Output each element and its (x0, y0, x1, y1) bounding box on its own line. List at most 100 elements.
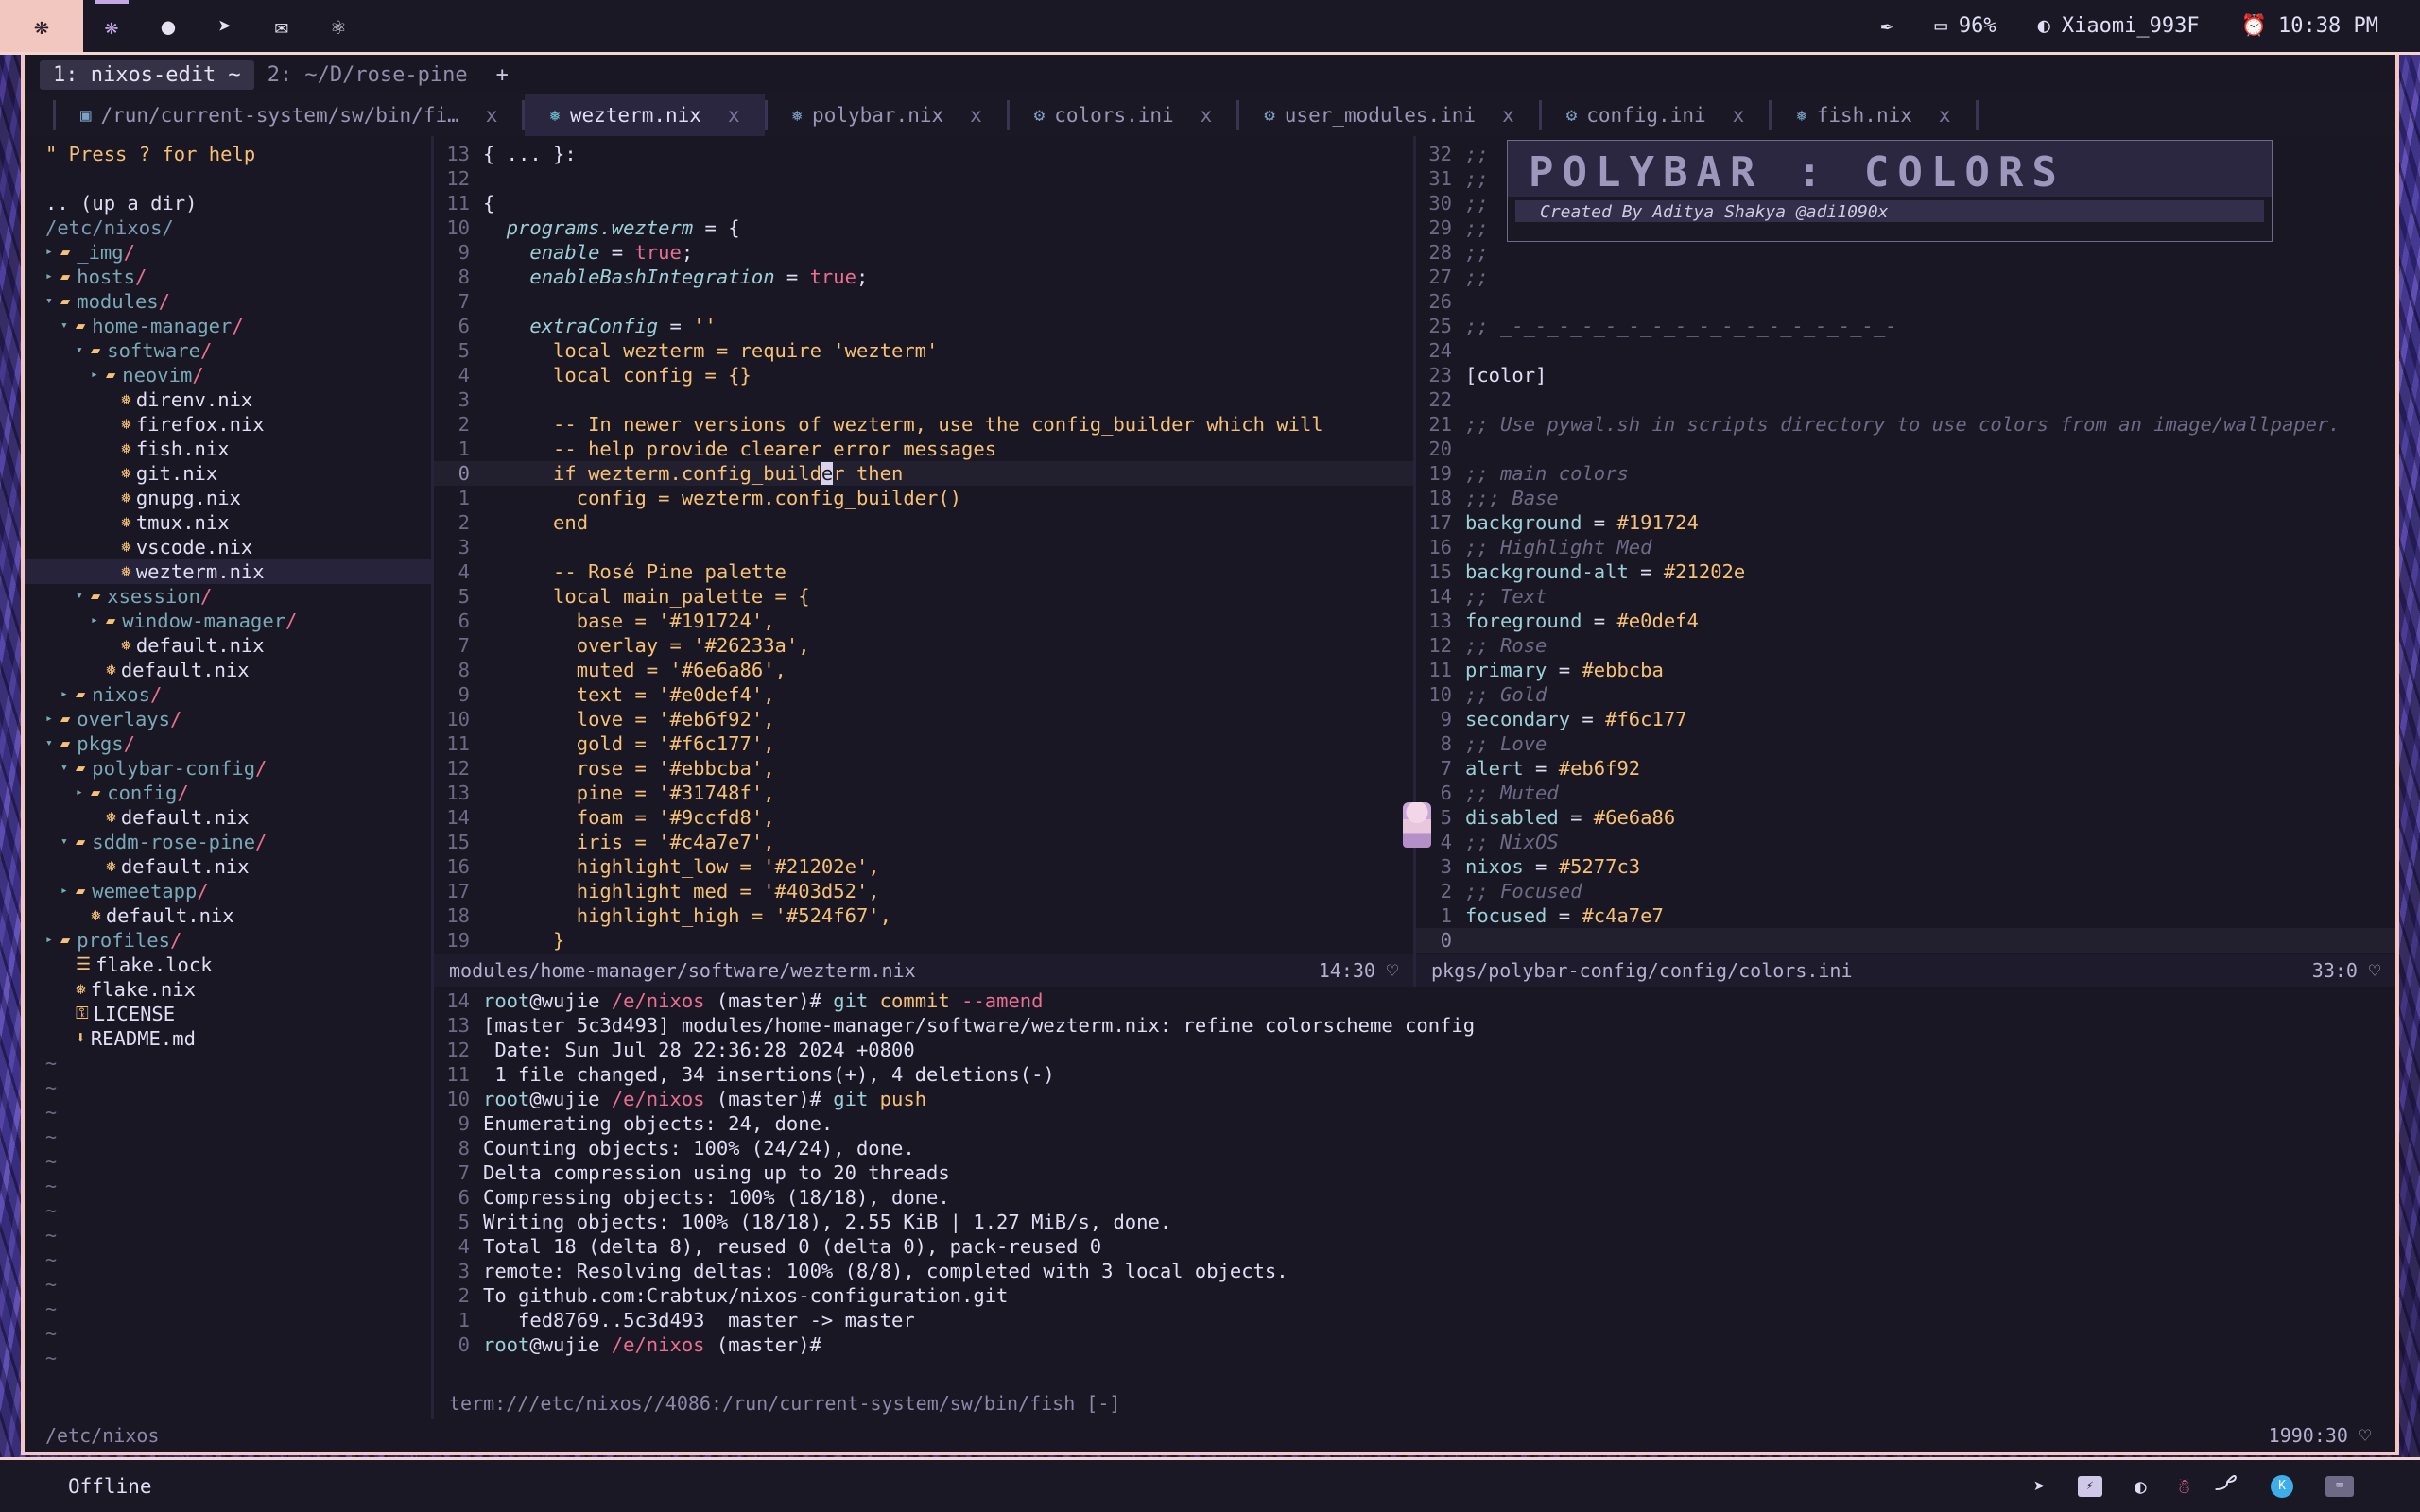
buffer-tab-user-modules-ini[interactable]: ⚙ user_modules.ini x (1239, 94, 1538, 136)
wifi-indicator[interactable]: ◐ Xiaomi_993F (2038, 14, 2200, 38)
chevron-down-icon[interactable]: ▾ (60, 830, 76, 854)
tree-item-window-manager[interactable]: ▸ ▰ window-manager/ (45, 609, 431, 633)
tree-item-wezterm-nix[interactable]: ❅ wezterm.nix (25, 559, 431, 584)
feather-indicator[interactable]: ✒ (1880, 15, 1893, 37)
line-number: 13 (446, 1014, 470, 1037)
close-icon[interactable]: x (1939, 104, 1951, 127)
code-token: foam = '#9ccfd8', (483, 806, 775, 829)
tree-item-neovim[interactable]: ▸ ▰ neovim/ (45, 363, 431, 387)
tree-item-xsession[interactable]: ▾ ▰ xsession/ (45, 584, 431, 609)
ghost-icon[interactable]: ● (140, 0, 197, 52)
tree-item-default-nix[interactable]: ❅ default.nix (45, 805, 431, 830)
tree-item-license[interactable]: ⚿ LICENSE (45, 1002, 431, 1026)
mail-icon[interactable]: ✉ (253, 0, 310, 52)
tree-item-default-nix[interactable]: ❅ default.nix (45, 903, 431, 928)
tree-item-readme-md[interactable]: ⬇ README.md (45, 1026, 431, 1051)
code-line: 2 ;; Focused (1416, 879, 2395, 903)
chevron-right-icon[interactable]: ▸ (76, 781, 91, 805)
tree-item-flake-nix[interactable]: ❅ flake.nix (45, 977, 431, 1002)
chevron-right-icon[interactable]: ▸ (91, 363, 106, 387)
chevron-right-icon[interactable]: ▸ (45, 240, 60, 265)
battery-indicator[interactable]: ▭ 96% (1935, 14, 1996, 38)
tree-item-software[interactable]: ▾ ▰ software/ (45, 338, 431, 363)
bluetooth-tray-icon[interactable]: 𐋲 (2222, 1469, 2238, 1503)
buffer-tab-fish-nix[interactable]: ❅ fish.nix x (1772, 94, 1975, 136)
telegram-icon[interactable]: ➤ (197, 0, 253, 52)
tree-item-firefox-nix[interactable]: ❅ firefox.nix (45, 412, 431, 437)
buffer-tab-colors-ini[interactable]: ⚙ colors.ini x (1010, 94, 1237, 136)
tree-item-hosts[interactable]: ▸ ▰ hosts/ (45, 265, 431, 289)
chevron-right-icon[interactable]: ▸ (45, 707, 60, 731)
terminal-output[interactable]: 14 root@wujie /e/nixos (master)# git comm… (434, 987, 2395, 1387)
close-icon[interactable]: x (970, 104, 982, 127)
tree-item-default-nix[interactable]: ❅ default.nix (45, 854, 431, 879)
chevron-down-icon[interactable]: ▾ (60, 756, 76, 781)
tree-item-nixos[interactable]: ▸ ▰ nixos/ (45, 682, 431, 707)
buffer-tab-polybar-nix[interactable]: ❅ polybar.nix x (768, 94, 1007, 136)
close-icon[interactable]: x (1733, 104, 1745, 127)
chevron-down-icon[interactable]: ▾ (76, 584, 91, 609)
firefox-icon[interactable]: ⚛ (310, 0, 367, 52)
tree-item-wemeetapp[interactable]: ▸ ▰ wemeetapp/ (45, 879, 431, 903)
colors-ini-code[interactable]: 32;; 31;; 30;; 29;; 28;; 27;; 26 25;; _-_-_-_-_… (1416, 136, 2395, 954)
clock[interactable]: ⏰ 10:38 PM (2241, 14, 2378, 38)
chevron-right-icon[interactable]: ▸ (45, 928, 60, 953)
tree-item-label: profiles/ (77, 929, 182, 952)
chevron-right-icon[interactable]: ▸ (45, 265, 60, 289)
snowman-tray-icon[interactable]: ☃ (2179, 1475, 2191, 1498)
new-tab-button[interactable]: + (481, 63, 524, 87)
tree-item-overlays[interactable]: ▸ ▰ overlays/ (45, 707, 431, 731)
buffer-tab--run-current-system-sw-bin-fi-[interactable]: ▣ /run/current-system/sw/bin/fi… x (56, 94, 522, 136)
tree-item-default-nix[interactable]: ❅ default.nix (45, 658, 431, 682)
tree-item--img[interactable]: ▸ ▰ _img/ (45, 240, 431, 265)
wezterm-tab-1[interactable]: 1: nixos-edit ~ (40, 60, 254, 90)
tree-item-flake-lock[interactable]: ☰ flake.lock (45, 953, 431, 977)
code-line: 5 local wezterm = require 'wezterm' (434, 338, 1413, 363)
wezterm-nix-pane[interactable]: 13{ ... }: 12 11{10 programs.wezterm = {9 … (434, 136, 1413, 987)
buffer-tab-wezterm-nix[interactable]: ❅ wezterm.nix x (525, 94, 765, 136)
code-line-text: config = wezterm.config_builder() (483, 486, 961, 510)
tree-up-a-dir[interactable]: .. (up a dir) (45, 191, 431, 215)
buffer-tab-config-ini[interactable]: ⚙ config.ini x (1542, 94, 1770, 136)
close-icon[interactable]: x (1502, 104, 1514, 127)
chevron-right-icon[interactable]: ▸ (60, 682, 76, 707)
wezterm-nix-code[interactable]: 13{ ... }: 12 11{10 programs.wezterm = {9 … (434, 136, 1413, 954)
tree-item-gnupg-nix[interactable]: ❅ gnupg.nix (45, 486, 431, 510)
colors-ini-pane[interactable]: 32;; 31;; 30;; 29;; 28;; 27;; 26 25;; _-_-_-_-_… (1403, 136, 2395, 987)
tree-item-vscode-nix[interactable]: ❅ vscode.nix (45, 535, 431, 559)
chevron-down-icon[interactable]: ▾ (76, 338, 91, 363)
tree-item-pkgs[interactable]: ▾ ▰ pkgs/ (45, 731, 431, 756)
tree-item-tmux-nix[interactable]: ❅ tmux.nix (45, 510, 431, 535)
kde-tray-icon[interactable]: K (2271, 1474, 2293, 1498)
code-line: 3 (434, 535, 1413, 559)
chevron-down-icon[interactable]: ▾ (45, 289, 60, 314)
wifi-tray-icon[interactable]: ◐ (2135, 1475, 2147, 1498)
wezterm-tab-2[interactable]: 2: ~/D/rose-pine (254, 60, 481, 90)
tree-item-modules[interactable]: ▾ ▰ modules/ (45, 289, 431, 314)
terminal-pane[interactable]: 14 root@wujie /e/nixos (master)# git comm… (434, 987, 2395, 1387)
tree-item-git-nix[interactable]: ❅ git.nix (45, 461, 431, 486)
workspace-1[interactable]: ❋ (83, 0, 140, 52)
tree-item-fish-nix[interactable]: ❅ fish.nix (45, 437, 431, 461)
chevron-down-icon[interactable]: ▾ (60, 314, 76, 338)
telegram-tray-icon[interactable]: ➤ (2033, 1475, 2046, 1498)
battery-tray-icon[interactable]: ⚡ (2077, 1475, 2102, 1497)
nixos-logo-icon[interactable]: ❋ (0, 0, 83, 52)
tree-item-default-nix[interactable]: ❅ default.nix (45, 633, 431, 658)
chevron-down-icon[interactable]: ▾ (45, 731, 60, 756)
terminal-line-text: Delta compression using up to 20 threads (483, 1160, 950, 1185)
tree-item-sddm-rose-pine[interactable]: ▾ ▰ sddm-rose-pine/ (45, 830, 431, 854)
tree-item-home-manager[interactable]: ▾ ▰ home-manager/ (45, 314, 431, 338)
close-icon[interactable]: x (1201, 104, 1213, 127)
keyboard-tray-icon[interactable]: ⌨ (2325, 1475, 2354, 1497)
tree-item-profiles[interactable]: ▸ ▰ profiles/ (45, 928, 431, 953)
tree-item-config[interactable]: ▸ ▰ config/ (45, 781, 431, 805)
tree-item-polybar-config[interactable]: ▾ ▰ polybar-config/ (45, 756, 431, 781)
close-icon[interactable]: x (728, 104, 740, 127)
close-icon[interactable]: x (486, 104, 498, 127)
file-tree-sidebar[interactable]: " Press ? for help .. (up a dir) /etc/ni… (25, 136, 431, 1419)
chevron-right-icon[interactable]: ▸ (60, 879, 76, 903)
chevron-right-icon[interactable]: ▸ (91, 609, 106, 633)
tree-item-direnv-nix[interactable]: ❅ direnv.nix (45, 387, 431, 412)
